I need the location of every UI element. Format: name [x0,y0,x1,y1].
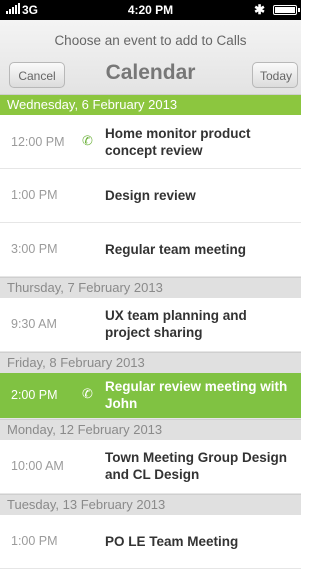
battery-icon [273,5,300,15]
event-time: 9:30 AM [11,317,57,331]
header: Choose an event to add to Calls Cancel C… [0,20,301,95]
date-header: Wednesday, 6 February 2013 [0,95,301,115]
event-time: 2:00 PM [11,388,58,402]
event-row[interactable]: 10:00 AM Town Meeting Group Design and C… [0,440,301,494]
event-title: Town Meeting Group Design and CL Design [105,450,287,482]
event-time: 1:00 PM [11,188,58,202]
event-title: Regular team meeting [105,242,247,257]
date-header: Thursday, 7 February 2013 [0,277,301,298]
event-title: UX team planning and project sharing [105,308,247,340]
today-button[interactable]: Today [252,62,298,88]
event-row[interactable]: 1:00 PM PO LE Team Meeting [0,515,301,569]
event-row[interactable]: 12:00 PM ✆ Home monitor product concept … [0,115,301,169]
status-bar: 3G 4:20 PM ✱ [0,0,301,20]
bluetooth-icon: ✱ [254,2,265,17]
prompt-text: Choose an event to add to Calls [54,33,247,48]
event-row[interactable]: 9:30 AM UX team planning and project sha… [0,298,301,352]
event-row[interactable]: 1:00 PM Design review [0,169,301,223]
event-time: 3:00 PM [11,242,58,256]
event-time: 10:00 AM [11,459,64,473]
event-time: 12:00 PM [11,135,65,149]
event-row[interactable]: 3:00 PM Regular team meeting [0,223,301,277]
event-title: Design review [105,188,196,203]
event-time: 1:00 PM [11,534,58,548]
event-title: Home monitor product concept review [105,126,251,158]
date-header: Friday, 8 February 2013 [0,352,301,373]
event-title: Regular review meeting with John [105,379,288,411]
event-list[interactable]: Wednesday, 6 February 2013 12:00 PM ✆ Ho… [0,95,301,569]
phone-icon: ✆ [82,133,93,148]
date-header: Monday, 12 February 2013 [0,419,301,440]
date-header: Tuesday, 13 February 2013 [0,494,301,515]
phone-icon: ✆ [82,386,93,401]
event-row-selected[interactable]: 2:00 PM ✆ Regular review meeting with Jo… [0,373,301,419]
event-title: PO LE Team Meeting [105,534,239,549]
